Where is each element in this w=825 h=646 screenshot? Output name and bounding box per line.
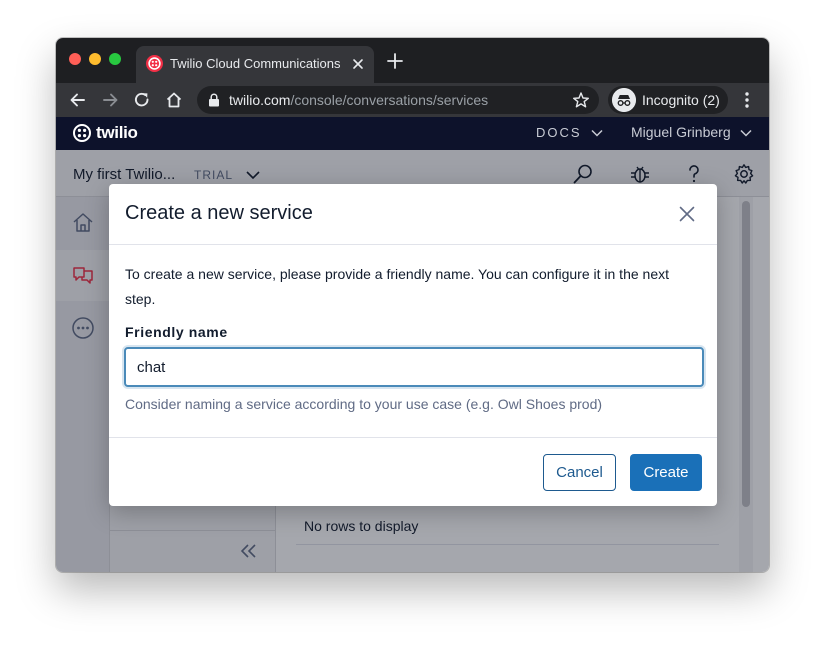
close-window-button[interactable] — [69, 53, 81, 65]
reload-icon[interactable] — [132, 90, 152, 110]
dialog-title: Create a new service — [125, 202, 313, 224]
incognito-indicator[interactable]: Incognito (2) — [608, 86, 728, 114]
chevron-down-icon[interactable] — [739, 127, 753, 139]
divider — [109, 244, 717, 245]
create-button[interactable]: Create — [630, 454, 702, 491]
plus-icon[interactable] — [386, 52, 404, 70]
browser-toolbar: twilio.com/console/conversations/service… — [56, 83, 769, 117]
incognito-label: Incognito (2) — [642, 92, 720, 108]
friendly-name-input[interactable] — [124, 347, 704, 387]
divider — [109, 437, 717, 438]
minimize-window-button[interactable] — [89, 53, 101, 65]
address-bar[interactable]: twilio.com/console/conversations/service… — [197, 86, 599, 114]
cancel-button[interactable]: Cancel — [543, 454, 616, 491]
twilio-logo-text: twilio — [96, 123, 138, 142]
tab-title: Twilio Cloud Communications | — [170, 56, 342, 71]
browser-window: Twilio Cloud Communications | twilio.com… — [56, 38, 769, 572]
twilio-header: twilio DOCS Miguel Grinberg — [56, 117, 769, 150]
chevron-down-icon[interactable] — [590, 127, 604, 139]
kebab-menu-icon[interactable] — [739, 91, 755, 109]
url-path: /console/conversations/services — [290, 92, 489, 108]
star-icon[interactable] — [572, 91, 590, 109]
incognito-icon — [612, 88, 636, 112]
url-text: twilio.com/console/conversations/service… — [229, 92, 488, 108]
twilio-favicon-icon — [146, 55, 163, 72]
create-service-dialog: Create a new service To create a new ser… — [109, 184, 717, 506]
friendly-name-help-text: Consider naming a service according to y… — [125, 396, 603, 412]
twilio-logo-icon — [73, 124, 91, 142]
dialog-description: To create a new service, please provide … — [125, 266, 669, 307]
url-domain: twilio.com — [229, 92, 291, 108]
friendly-name-label: Friendly name — [125, 324, 228, 340]
forward-arrow-icon[interactable] — [100, 90, 120, 110]
browser-tab[interactable]: Twilio Cloud Communications | — [136, 46, 374, 83]
lock-icon — [209, 93, 219, 107]
user-menu[interactable]: Miguel Grinberg — [631, 124, 731, 140]
back-arrow-icon[interactable] — [68, 90, 88, 110]
tab-strip: Twilio Cloud Communications | — [56, 38, 769, 83]
home-icon[interactable] — [164, 90, 184, 110]
close-icon[interactable] — [350, 56, 366, 72]
maximize-window-button[interactable] — [109, 53, 121, 65]
close-icon[interactable] — [678, 205, 696, 223]
docs-menu[interactable]: DOCS — [536, 125, 582, 140]
